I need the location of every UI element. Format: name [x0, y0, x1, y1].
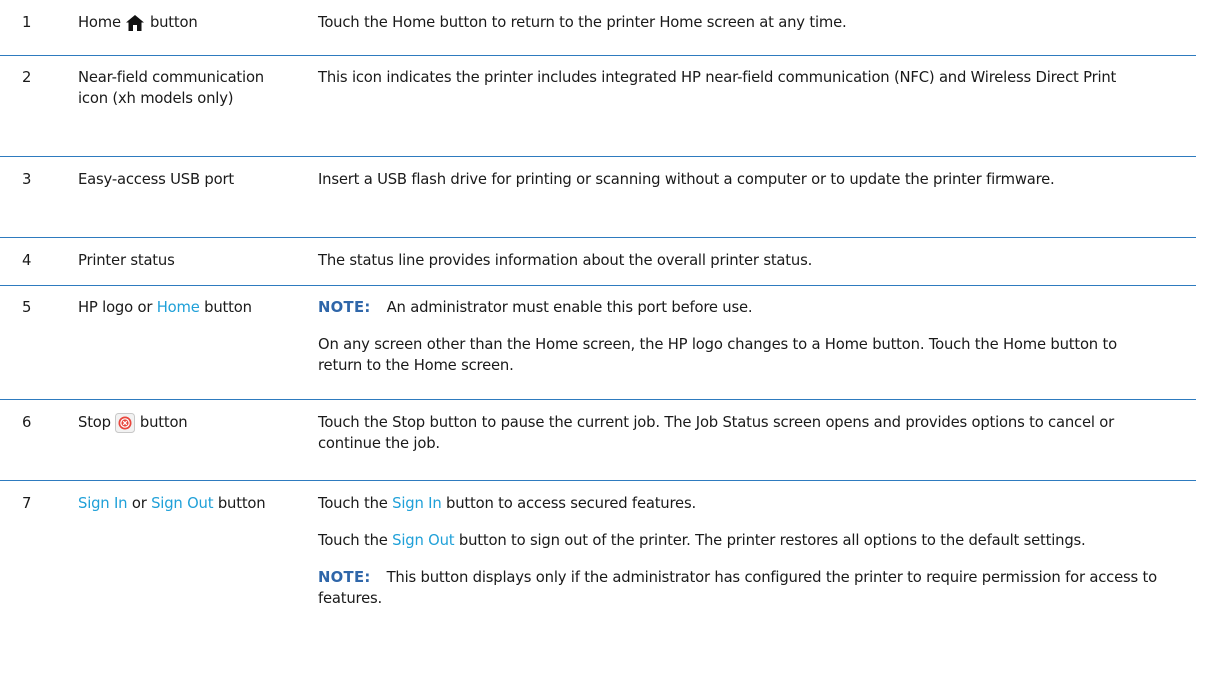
row-item: Near-field communication icon (xh models… [78, 69, 264, 107]
item-prefix: Home [78, 14, 121, 31]
sign-out-link[interactable]: Sign Out [151, 495, 213, 512]
note-label: NOTE: [318, 569, 371, 586]
note-label: NOTE: [318, 299, 371, 316]
row-number: 5 [22, 299, 32, 316]
description-text: On any screen other than the Home screen… [318, 336, 1117, 374]
home-icon [125, 14, 145, 32]
row-number: 3 [22, 171, 32, 188]
stop-icon [115, 413, 136, 433]
item-suffix: button [217, 495, 266, 512]
desc-suffix: button to access secured features. [446, 495, 696, 512]
description-text: Insert a USB flash drive for printing or… [318, 171, 1055, 188]
home-link[interactable]: Home [157, 299, 200, 316]
item-prefix: HP logo or [78, 299, 153, 316]
note-text: An administrator must enable this port b… [386, 299, 753, 316]
row-item: Stop button [78, 412, 318, 480]
row-description: The status line provides information abo… [318, 250, 1196, 285]
row-number: 7 [22, 495, 32, 512]
desc-suffix: button to sign out of the printer. The p… [458, 532, 1086, 549]
row-item: Easy-access USB port [78, 171, 234, 188]
sign-in-link[interactable]: Sign In [78, 495, 128, 512]
table-row: 1 Home button Touch the Home button to r… [0, 0, 1196, 56]
row-description: Touch the Stop button to pause the curre… [318, 412, 1196, 480]
row-item: HP logo or Home button [78, 297, 318, 399]
item-suffix: button [139, 414, 188, 431]
description-text: Touch the Stop button to pause the curre… [318, 414, 1115, 452]
sign-out-link[interactable]: Sign Out [392, 532, 454, 549]
row-description: Touch the Sign In button to access secur… [318, 493, 1196, 664]
control-panel-table: 1 Home button Touch the Home button to r… [0, 0, 1196, 664]
item-mid: or [131, 495, 147, 512]
table-row: 3 Easy-access USB port Insert a USB flas… [0, 157, 1196, 238]
row-description: Insert a USB flash drive for printing or… [318, 169, 1196, 237]
description-text: Touch the Home button to return to the p… [318, 14, 847, 31]
row-number: 6 [22, 414, 32, 431]
note: NOTE: This button displays only if the ad… [318, 567, 1160, 609]
item-suffix: button [149, 14, 198, 31]
table-row: 5 HP logo or Home button NOTE: An adminis… [0, 286, 1196, 400]
sign-in-link[interactable]: Sign In [392, 495, 442, 512]
desc-prefix: Touch the [318, 532, 388, 549]
row-item: Sign In or Sign Out button [78, 493, 318, 664]
row-description: This icon indicates the printer includes… [318, 67, 1196, 156]
row-description: Touch the Home button to return to the p… [318, 12, 1196, 55]
description-text: Touch the Sign Out button to sign out of… [318, 530, 1160, 551]
item-prefix: Stop [78, 414, 111, 431]
row-number: 4 [22, 252, 32, 269]
desc-prefix: Touch the [318, 495, 388, 512]
row-number: 1 [22, 14, 32, 31]
table-row: 6 Stop button Touch the Stop button to p… [0, 400, 1196, 481]
description-text: The status line provides information abo… [318, 252, 813, 269]
row-item: Home button [78, 12, 318, 55]
description-text: Touch the Sign In button to access secur… [318, 493, 1160, 514]
table-row: 2 Near-field communication icon (xh mode… [0, 56, 1196, 157]
item-suffix: button [204, 299, 252, 316]
row-number: 2 [22, 69, 32, 86]
note: NOTE: An administrator must enable this p… [318, 297, 1160, 318]
table-row: 7 Sign In or Sign Out button Touch the S… [0, 481, 1196, 664]
row-description: NOTE: An administrator must enable this p… [318, 297, 1196, 399]
description-text: This icon indicates the printer includes… [318, 69, 1117, 86]
note-text: This button displays only if the adminis… [318, 569, 1157, 607]
table-row: 4 Printer status The status line provide… [0, 238, 1196, 286]
row-item: Printer status [78, 252, 175, 269]
